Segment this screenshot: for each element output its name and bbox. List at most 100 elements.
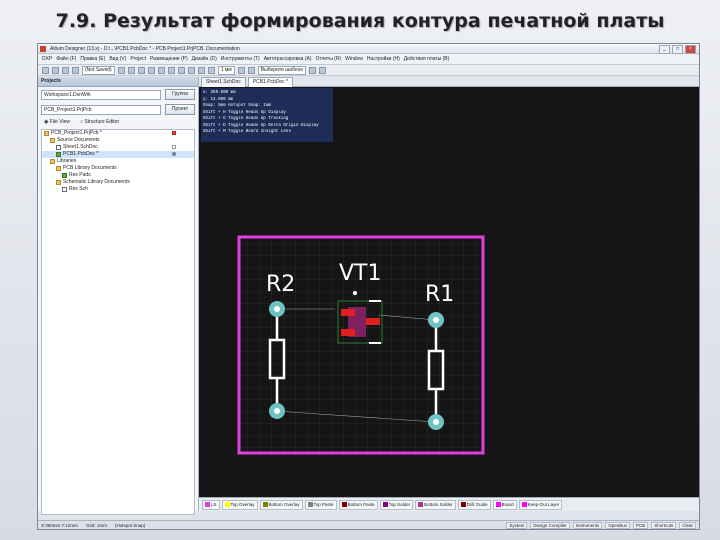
layer-tab-bottom-overlay[interactable]: Bottom Overlay	[259, 499, 303, 510]
new-doc-icon[interactable]	[42, 66, 49, 74]
layer-label: Top Overlay	[230, 502, 255, 507]
folder-icon	[56, 166, 61, 171]
vt1-pad-2[interactable]	[341, 329, 355, 336]
layer-tab-top-paste[interactable]: Top Paste	[304, 499, 337, 510]
layer-tab-top-solder[interactable]: Top Solder	[379, 499, 414, 510]
tree-node-source-documents[interactable]: Source Documents	[42, 137, 194, 144]
project-button[interactable]: Проект	[165, 104, 195, 115]
menu-autoroute[interactable]: Автотрассировка (A)	[264, 56, 312, 62]
layer-label: Bottom Overlay	[268, 502, 300, 507]
menu-file[interactable]: Файл (F)	[56, 56, 76, 62]
design-compiler-button[interactable]: Design Compiler	[530, 521, 570, 529]
copy-icon[interactable]	[147, 66, 155, 74]
minimize-button[interactable]: _	[659, 45, 670, 54]
menu-design[interactable]: Дизайн (D)	[192, 56, 217, 62]
structure-editor-radio[interactable]: ○ Structure Editor	[80, 119, 119, 125]
tree-node-res-sch[interactable]: Res Sch	[42, 186, 194, 193]
tree-node-libraries[interactable]: Libraries	[42, 158, 194, 165]
maximize-button[interactable]: □	[672, 45, 683, 54]
undo-icon[interactable]	[237, 66, 245, 74]
variant-combo[interactable]: (Not Saved)	[82, 65, 115, 75]
vt1-designator: VT1	[339, 261, 382, 286]
instruments-button[interactable]: Instruments	[572, 521, 603, 529]
status-bar: X:360mm Y:12mm Grid: 1mm (Hotspot Snap) …	[38, 520, 699, 529]
redo-icon[interactable]	[247, 66, 255, 74]
altium-window: Altium Designer (13.x) - D:\...\PCB1.Pcb…	[37, 43, 700, 530]
workspace-field[interactable]: Workspace1.DsnWrk	[41, 89, 161, 100]
layer-swatch	[382, 502, 388, 507]
layer-tab-keep-out[interactable]: Keep-Out Layer	[518, 499, 563, 510]
folder-icon	[56, 180, 61, 185]
menu-reports[interactable]: Отчеты (R)	[316, 56, 342, 62]
r1-designator: R1	[425, 282, 454, 307]
select-icon[interactable]	[167, 66, 175, 74]
pad-icon[interactable]	[207, 66, 215, 74]
schlib-icon	[62, 187, 67, 192]
print-icon[interactable]	[72, 66, 79, 74]
doc-flag-icon	[172, 145, 176, 149]
system-panel-button[interactable]: System	[506, 521, 528, 529]
layer-set-button[interactable]: LS	[202, 499, 220, 510]
tree-node-sch-libraries[interactable]: Schematic Library Documents	[42, 179, 194, 186]
hud-line: Shift + M Toggle Board Insight Lens	[203, 130, 291, 134]
fit-icon[interactable]	[127, 66, 135, 74]
tree-node-label: Res Pads	[69, 172, 91, 178]
layer-label: Keep-Out Layer	[527, 502, 560, 507]
tab-sheet1[interactable]: Sheet1.SchDoc	[201, 77, 246, 87]
menu-window[interactable]: Window	[345, 56, 363, 62]
pcb-panel-button[interactable]: PCB	[632, 521, 649, 529]
layer-swatch	[495, 502, 501, 507]
vt1-pad-1[interactable]	[341, 309, 355, 316]
panel-buttons: System Design Compiler Instruments OpenB…	[506, 521, 699, 529]
cut-icon[interactable]	[137, 66, 145, 74]
tree-node-res-pads[interactable]: Res Pads	[42, 172, 194, 179]
route-icon[interactable]	[187, 66, 195, 74]
menu-project[interactable]: Project	[130, 56, 146, 62]
template-combo[interactable]: Выберите шаблон	[257, 65, 307, 75]
layer-tab-board[interactable]: Board	[492, 499, 517, 510]
vt1-pad-3[interactable]	[366, 318, 380, 325]
paste-icon[interactable]	[157, 66, 165, 74]
tree-node-project[interactable]: PCB_Project1.PrjPcb *	[42, 130, 194, 137]
menu-tools[interactable]: Инструменты (T)	[221, 56, 260, 62]
grid-combo[interactable]: 1 мм	[217, 65, 235, 75]
tree-node-pcb-libraries[interactable]: PCB Library Documents	[42, 165, 194, 172]
save-icon[interactable]	[62, 66, 69, 74]
layer-tab-top-overlay[interactable]: Top Overlay	[221, 499, 258, 510]
workspace-button[interactable]: Группа	[165, 89, 195, 100]
project-field[interactable]: PCB_Project1.PrjPcb	[41, 104, 161, 115]
layer-tab-bottom-paste[interactable]: Bottom Paste	[338, 499, 378, 510]
projects-panel: Projects Workspace1.DsnWrk Группа PCB_Pr…	[38, 77, 199, 515]
pcb-drawing: R2 VT1 R1	[199, 87, 699, 497]
tree-node-sheet1[interactable]: Sheet1.SchDoc	[42, 144, 194, 151]
close-button[interactable]: ×	[685, 45, 696, 54]
file-view-radio[interactable]: ◉ File View	[44, 119, 70, 125]
menu-dxp[interactable]: DXP	[42, 56, 52, 62]
menu-view[interactable]: Вид (V)	[109, 56, 126, 62]
move-icon[interactable]	[177, 66, 185, 74]
schematic-doc-icon	[56, 145, 61, 150]
zoom-icon[interactable]	[117, 66, 125, 74]
via-icon[interactable]	[197, 66, 205, 74]
menu-place[interactable]: Размещение (P)	[150, 56, 188, 62]
structure-editor-label: Structure Editor	[84, 119, 120, 125]
tree-node-label: PCB_Project1.PrjPcb *	[51, 130, 102, 136]
layer-label: Drill Guide	[466, 502, 488, 507]
openbus-button[interactable]: OpenBus	[605, 521, 630, 529]
tab-pcb1[interactable]: PCB1.PcbDoc *	[247, 77, 294, 87]
clear-button[interactable]: Clear	[679, 521, 696, 529]
menu-settings[interactable]: Настройки (H)	[367, 56, 400, 62]
3d-icon[interactable]	[309, 66, 317, 74]
pcb-canvas[interactable]: R2 VT1 R1	[199, 87, 699, 497]
project-tree: PCB_Project1.PrjPcb * Source Documents S…	[41, 129, 195, 515]
layer-set-swatch	[205, 502, 210, 507]
layers-icon[interactable]	[319, 66, 327, 74]
shortcuts-button[interactable]: Shortcuts	[651, 521, 677, 529]
tree-node-pcb1[interactable]: PCB1.PcbDoc *	[42, 151, 194, 158]
open-icon[interactable]	[52, 66, 59, 74]
menu-edit[interactable]: Правка (E)	[80, 56, 105, 62]
layer-tab-drill-guide[interactable]: Drill Guide	[457, 499, 491, 510]
menu-board-actions[interactable]: Действия платы (B)	[404, 56, 450, 62]
layer-tab-bottom-solder[interactable]: Bottom Solder	[415, 499, 456, 510]
layer-swatch	[341, 502, 347, 507]
